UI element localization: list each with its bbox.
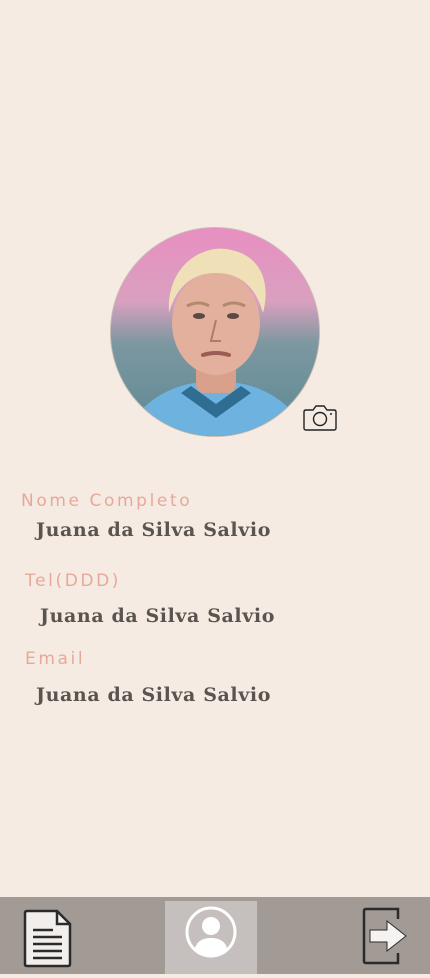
nav-documents[interactable] — [0, 897, 95, 974]
profile-photo — [110, 227, 320, 437]
bottom-navigation — [0, 897, 430, 974]
phone-label: Tel(DDD) — [25, 571, 122, 591]
phone-value: Juana da Silva Salvio — [40, 605, 275, 627]
email-label: Email — [25, 649, 86, 669]
profile-photo-container — [110, 227, 320, 437]
email-value: Juana da Silva Salvio — [36, 684, 271, 706]
user-photo-icon — [111, 228, 319, 436]
user-icon — [185, 906, 237, 958]
name-label: Nome Completo — [21, 491, 193, 511]
nav-profile[interactable] — [165, 901, 257, 974]
document-icon — [23, 909, 72, 968]
logout-icon — [362, 907, 407, 965]
name-value: Juana da Silva Salvio — [36, 519, 271, 541]
camera-icon — [303, 405, 337, 431]
change-photo-button[interactable] — [303, 404, 337, 431]
nav-logout[interactable] — [340, 897, 430, 974]
